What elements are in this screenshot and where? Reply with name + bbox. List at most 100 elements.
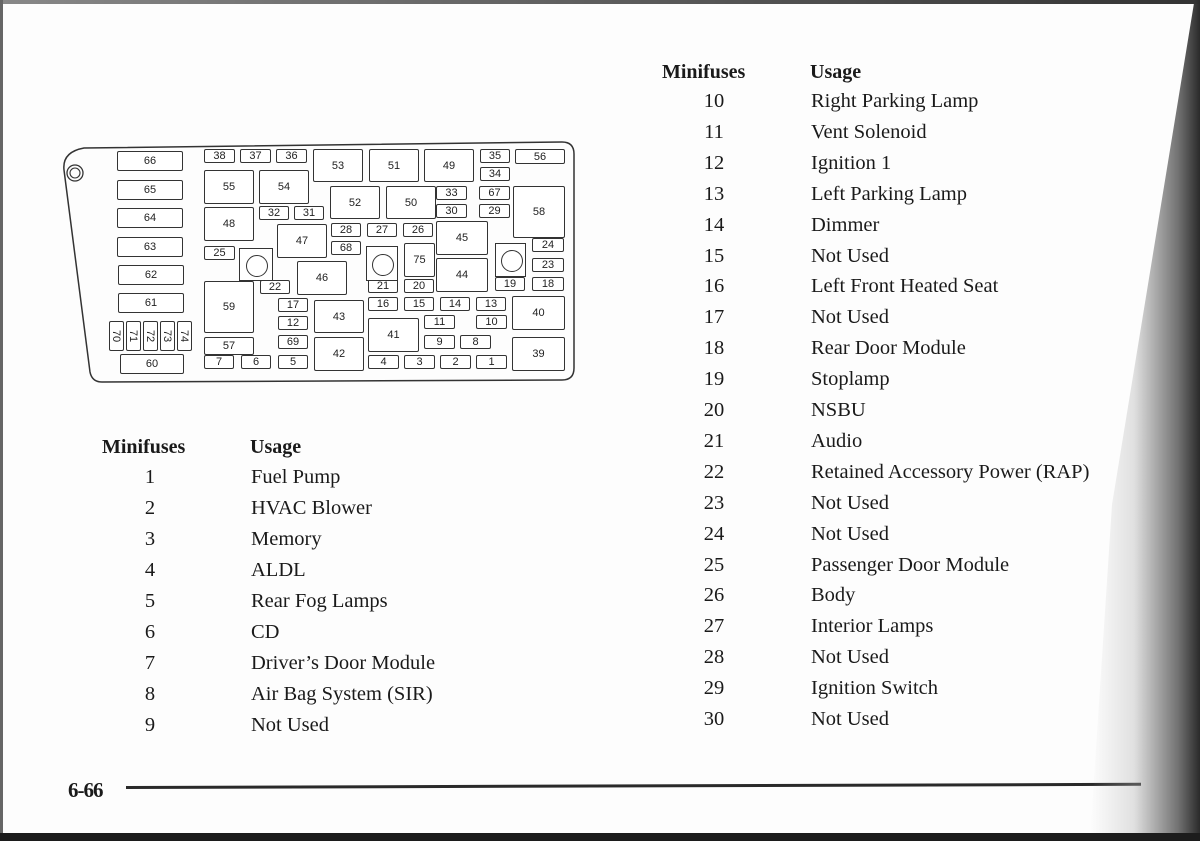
fuse-slot-39: 39 (512, 337, 565, 371)
fuse-slot-68: 68 (331, 241, 361, 255)
fuse-label: 46 (315, 272, 329, 284)
fuse-label: 41 (387, 329, 400, 341)
fuse-slot-27: 27 (367, 223, 397, 237)
fuse-slot-14: 14 (440, 297, 470, 311)
fuse-slot-15: 15 (404, 297, 434, 311)
fuse-slot-10: 10 (476, 315, 507, 329)
fuse-slot-47: 47 (277, 224, 327, 258)
fuse-label: 31 (302, 207, 316, 219)
fuse-block-diagram: 66 65 64 63 62 61 60 70 71 72 73 74 38 37 36 55 54 48 32 31… (62, 140, 577, 385)
fuse-slot-16: 16 (368, 297, 398, 311)
fuse-number: 25 (703, 553, 725, 576)
fuse-usage: Left Parking Lamp (811, 182, 967, 205)
fuse-label: 38 (213, 150, 226, 162)
fuse-number: 28 (703, 646, 725, 669)
fuse-slot-17: 17 (278, 298, 308, 312)
fuse-number: 26 (703, 584, 725, 607)
fuse-number: 21 (703, 429, 725, 452)
fuse-slot-34: 34 (480, 167, 510, 181)
fuse-label: 13 (484, 298, 498, 310)
fuse-label: 54 (277, 181, 291, 193)
fuse-slot-41: 41 (368, 318, 419, 352)
fuse-number: 11 (704, 120, 724, 143)
fuse-usage: Body (811, 584, 856, 607)
column-header-minifuses: Minifuses (102, 436, 186, 458)
fuse-usage: Not Used (811, 522, 890, 545)
fuse-label: 72 (144, 329, 157, 343)
fuse-label: 30 (445, 205, 458, 217)
fuse-number: 5 (144, 590, 156, 612)
fuse-number: 19 (703, 368, 725, 391)
fuse-label: 67 (488, 187, 501, 199)
fuse-label: 6 (252, 356, 260, 368)
fuse-label: 68 (339, 242, 353, 254)
fuse-number: 17 (703, 306, 725, 329)
fuse-label: 19 (503, 278, 517, 290)
fuse-slot-29: 29 (479, 204, 510, 218)
fuse-slot-50: 50 (386, 186, 436, 219)
fuse-usage: HVAC Blower (251, 497, 372, 519)
fuse-slot-25: 25 (204, 246, 235, 260)
fuse-label: 1 (488, 356, 495, 368)
fuse-usage: Not Used (811, 646, 890, 669)
fuse-label: 53 (331, 159, 345, 172)
fuse-slot-73: 73 (160, 321, 175, 351)
column-header-usage: Usage (810, 61, 862, 83)
fuse-usage: Not Used (251, 714, 330, 736)
page-edge-bottom (0, 833, 1200, 841)
fuse-number: 29 (703, 677, 725, 700)
fuse-label: 24 (541, 239, 555, 251)
fuse-label: 44 (455, 269, 469, 281)
page-edge-top (0, 0, 1200, 4)
fuse-number: 2 (144, 497, 156, 519)
page-number: 6-66 (68, 778, 103, 802)
fuse-slot-74: 74 (177, 321, 192, 351)
fuse-number: 13 (703, 182, 725, 205)
fuse-label: 73 (161, 329, 174, 343)
fuse-slot-33: 33 (436, 186, 467, 200)
fuse-label: 15 (412, 298, 426, 310)
relay-socket-hole (366, 246, 398, 281)
fuse-number: 24 (703, 522, 725, 545)
fuse-slot-6: 6 (241, 355, 271, 369)
fuse-label: 61 (144, 297, 158, 309)
fuse-label: 17 (286, 299, 300, 311)
fuse-number: 1 (144, 466, 156, 488)
fuse-slot-54: 54 (259, 170, 309, 204)
fuse-number: 14 (703, 213, 725, 236)
fuse-slot-62: 62 (118, 265, 184, 285)
fuse-slot-55: 55 (204, 170, 254, 204)
fuse-label: 5 (289, 356, 297, 368)
fuse-number: 3 (144, 528, 156, 550)
fuse-slot-49: 49 (424, 149, 474, 182)
fuse-label: 12 (286, 317, 300, 329)
fuse-usage: Retained Accessory Power (RAP) (811, 460, 1090, 483)
fuse-number: 7 (144, 652, 156, 674)
fuse-slot-44: 44 (436, 258, 488, 292)
fuse-label: 60 (145, 358, 159, 370)
fuse-label: 37 (249, 150, 262, 162)
fuse-label: 64 (143, 212, 157, 224)
fuse-number: 18 (703, 337, 725, 360)
mounting-screw-icon (66, 164, 84, 182)
fuse-slot-70: 70 (109, 321, 124, 351)
fuse-slot-65: 65 (117, 180, 183, 200)
fuse-label: 42 (332, 348, 346, 360)
fuse-slot-7: 7 (204, 355, 234, 369)
fuse-usage: CD (251, 621, 280, 643)
fuse-label: 69 (286, 336, 300, 348)
fuse-slot-58: 58 (513, 186, 565, 238)
fuse-slot-30: 30 (436, 204, 467, 218)
fuse-usage: Driver’s Door Module (251, 652, 436, 674)
fuse-number: 12 (703, 151, 725, 174)
fuse-label: 75 (413, 254, 426, 266)
fuse-usage: Stoplamp (811, 368, 890, 391)
fuse-slot-71: 71 (126, 321, 141, 351)
fuse-label: 4 (380, 356, 387, 368)
fuse-usage: Audio (811, 429, 863, 452)
fuse-slot-45: 45 (436, 221, 488, 255)
fuse-slot-53: 53 (313, 149, 363, 182)
fuse-slot-64: 64 (117, 208, 183, 228)
fuse-label: 58 (532, 206, 546, 218)
fuse-label: 57 (222, 340, 236, 352)
